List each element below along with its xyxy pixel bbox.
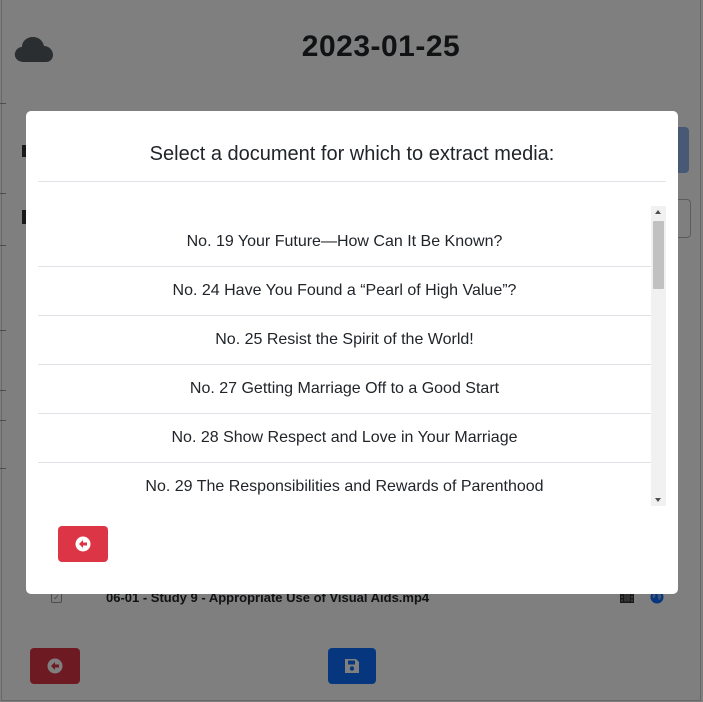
list-scrollbar[interactable] <box>651 206 666 506</box>
arrow-circle-left-icon <box>75 536 91 552</box>
document-list[interactable]: No. 19 Your Future—How Can It Be Known? … <box>38 206 666 506</box>
modal-title: Select a document for which to extract m… <box>149 143 555 165</box>
scroll-thumb[interactable] <box>653 221 664 289</box>
modal-back-button[interactable] <box>58 526 108 562</box>
document-item[interactable]: No. 24 Have You Found a “Pearl of High V… <box>38 267 651 316</box>
document-item[interactable]: No. 27 Getting Marriage Off to a Good St… <box>38 365 651 414</box>
document-item[interactable]: No. 28 Show Respect and Love in Your Mar… <box>38 414 651 463</box>
modal-divider <box>38 181 666 182</box>
document-select-modal: Select a document for which to extract m… <box>26 111 678 594</box>
document-item[interactable]: No. 29 The Responsibilities and Rewards … <box>38 463 651 506</box>
scroll-up-arrow-icon[interactable] <box>655 210 661 214</box>
document-item[interactable]: No. 19 Your Future—How Can It Be Known? <box>38 218 651 267</box>
scroll-down-arrow-icon[interactable] <box>655 498 661 502</box>
document-item[interactable]: No. 25 Resist the Spirit of the World! <box>38 316 651 365</box>
